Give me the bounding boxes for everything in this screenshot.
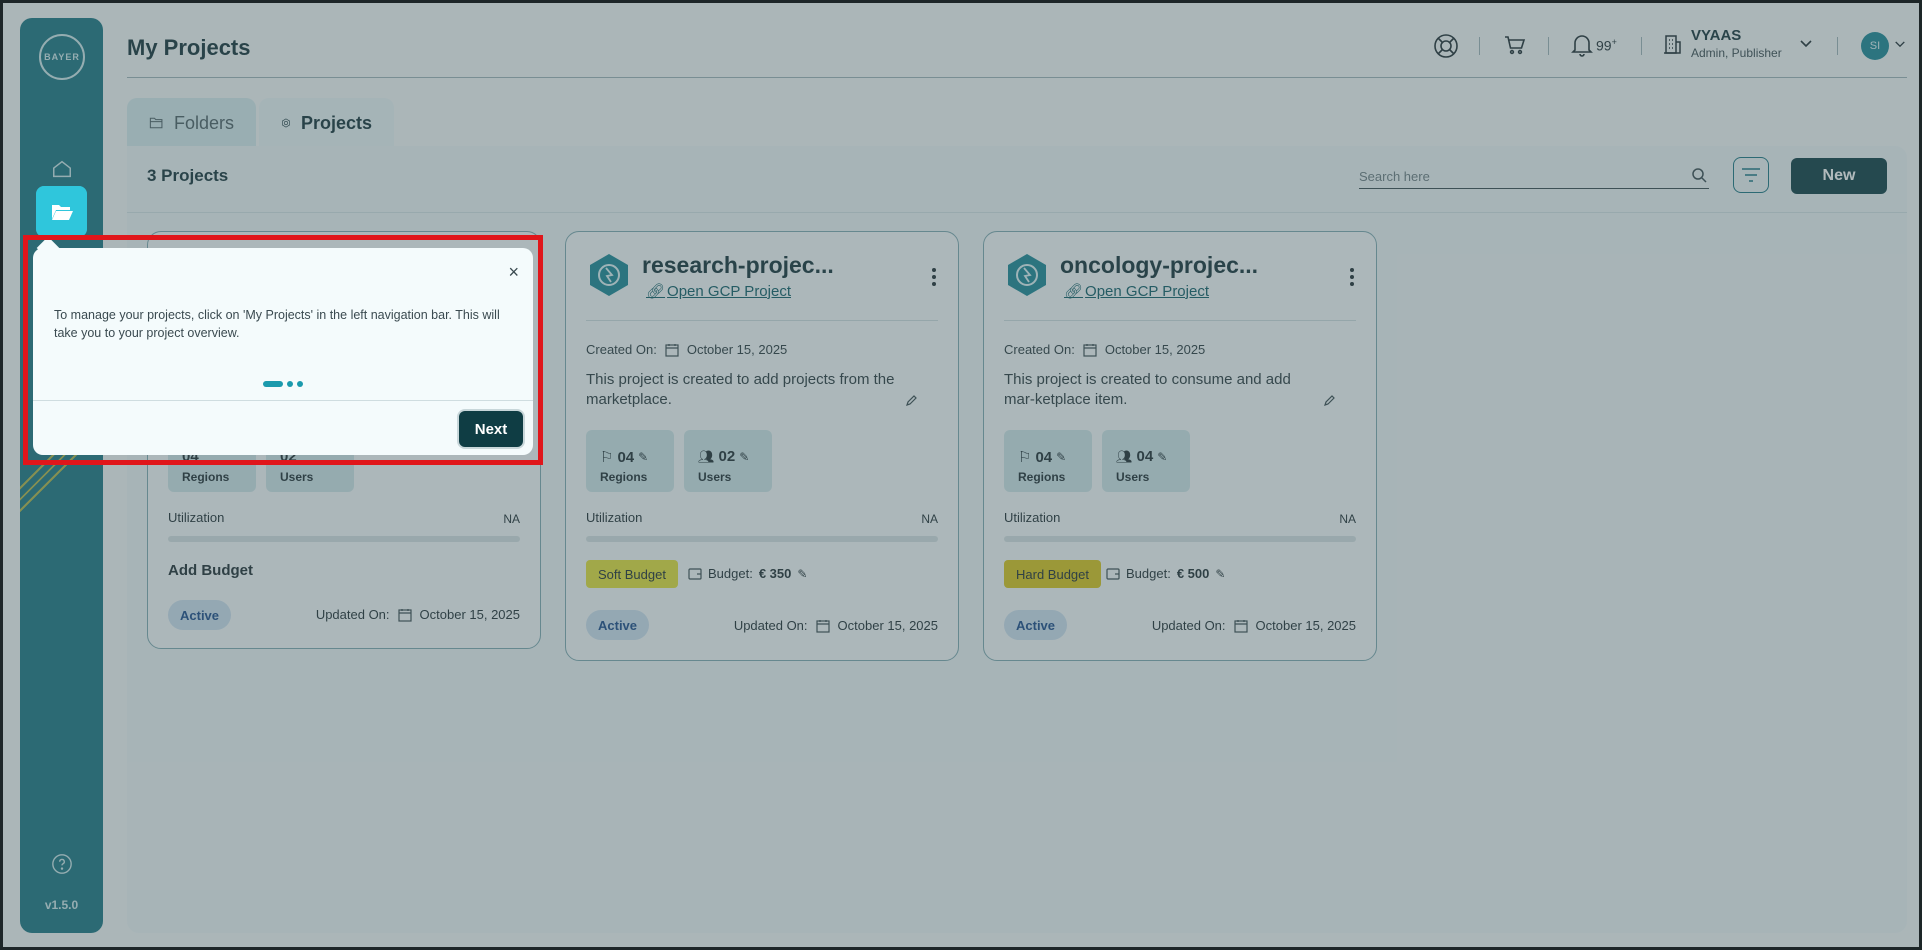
tour-overlay — [0, 0, 1922, 950]
annotation-highlight-box — [23, 235, 543, 465]
folder-open-icon — [51, 204, 73, 220]
my-projects-nav-spotlight[interactable] — [36, 186, 87, 237]
